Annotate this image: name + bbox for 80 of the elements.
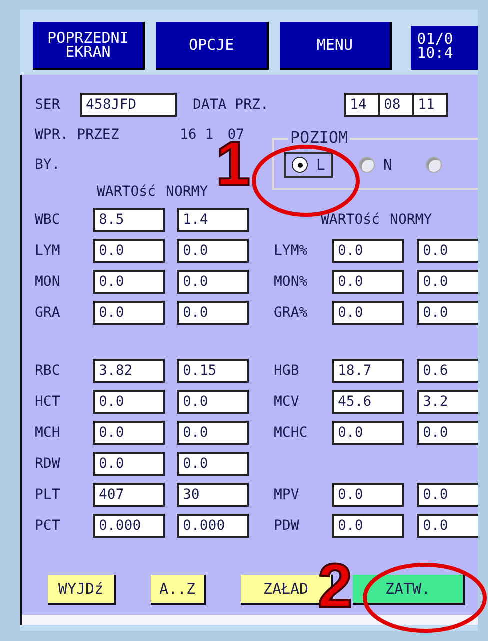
parameter-label: RBC [35, 363, 62, 379]
date-field[interactable]: 11 [412, 93, 448, 117]
value-field[interactable]: 0.0 [332, 301, 404, 325]
norm-field[interactable]: 0.0 [417, 514, 478, 538]
serial-field[interactable]: 458JFD [80, 93, 177, 117]
parameter-label: GRA [35, 305, 62, 321]
norm-field[interactable]: 0.0 [417, 301, 478, 325]
value-field[interactable]: 45.6 [332, 390, 404, 414]
nav-button[interactable]: POPRZEDNI EKRAN [33, 22, 146, 70]
value-field[interactable]: 0.0 [332, 270, 404, 294]
value-field[interactable]: 0.0 [93, 452, 165, 476]
field-label: DATA PRZ. [193, 97, 270, 113]
radio-button[interactable] [426, 157, 442, 173]
norm-field[interactable]: 0.0 [417, 483, 478, 507]
value-field[interactable]: 0.0 [93, 270, 165, 294]
value-field[interactable]: 3.82 [93, 359, 165, 383]
nav-button[interactable]: MENU [280, 22, 392, 70]
norm-field[interactable]: 0.0 [177, 390, 249, 414]
parameter-label: GRA% [274, 305, 309, 321]
value-field[interactable]: 0.0 [332, 514, 404, 538]
norm-field[interactable]: 0.0 [177, 270, 249, 294]
nav-button[interactable]: OPCJE [156, 22, 269, 70]
level-option[interactable]: L [284, 152, 334, 178]
norm-field[interactable]: 0.0 [177, 301, 249, 325]
norm-field[interactable]: 0.6 [417, 359, 478, 383]
date-time-display: 01/0 10:4 [411, 26, 478, 70]
value-field[interactable]: 407 [93, 483, 165, 507]
value-field[interactable]: 0.0 [332, 421, 404, 445]
norm-field[interactable]: 0.000 [177, 514, 249, 538]
parameter-label: PDW [274, 518, 300, 534]
parameter-label: WBC [35, 212, 62, 228]
parameter-label: PCT [35, 518, 62, 534]
radio-button[interactable] [359, 157, 376, 173]
value-field[interactable]: 0.0 [93, 390, 165, 414]
norm-field[interactable]: 0.0 [177, 239, 249, 263]
norm-field[interactable]: 1.4 [177, 208, 249, 232]
parameter-label: HGB [274, 363, 300, 379]
parameter-label: PLT [35, 487, 62, 503]
norm-field[interactable]: 0.0 [177, 452, 249, 476]
action-button[interactable]: WYJDź [48, 575, 116, 605]
value-field[interactable]: 0.0 [93, 239, 165, 263]
norm-field[interactable]: 0.0 [417, 239, 478, 263]
norm-field[interactable]: 30 [177, 483, 249, 507]
value-field[interactable]: 18.7 [332, 359, 404, 383]
parameter-label: MON [35, 274, 62, 290]
field-label: SER [35, 97, 62, 113]
parameter-label: MCHC [274, 425, 309, 441]
value-field[interactable]: 8.5 [93, 208, 165, 232]
norm-field[interactable]: 0.0 [417, 270, 478, 294]
column-header: NORMY [390, 212, 432, 228]
value-field[interactable]: 0.000 [93, 514, 165, 538]
field-label: BY. [35, 157, 60, 173]
field-label: WPR. PRZEZ [35, 127, 120, 143]
date-field[interactable]: 14 [344, 93, 380, 117]
norm-field[interactable]: 0.0 [417, 421, 478, 445]
value-field[interactable]: 0.0 [332, 239, 404, 263]
norm-field[interactable]: 0.15 [177, 359, 249, 383]
norm-field[interactable]: 3.2 [417, 390, 478, 414]
action-button[interactable]: ZATW. [353, 575, 465, 605]
value-field[interactable]: 0.0 [332, 483, 404, 507]
value-field[interactable]: 0.0 [93, 421, 165, 445]
parameter-label: HCT [35, 394, 62, 410]
parameter-label: MCH [35, 425, 62, 441]
parameter-label: MPV [274, 487, 300, 503]
value-field[interactable]: 0.0 [93, 301, 165, 325]
parameter-label: LYM [35, 243, 62, 259]
time-text: 16 1 [180, 127, 214, 143]
parameter-label: MCV [274, 394, 300, 410]
norm-field[interactable]: 0.0 [177, 421, 249, 445]
parameter-label: LYM% [274, 243, 309, 259]
column-header: NORMY [166, 184, 208, 200]
action-button[interactable]: A..Z [151, 575, 206, 605]
column-header: WARTOść [321, 212, 380, 228]
parameter-label: MON% [274, 274, 309, 290]
date-field[interactable]: 08 [378, 93, 414, 117]
radio-button[interactable] [292, 157, 308, 173]
parameter-label: RDW [35, 456, 62, 472]
level-option[interactable]: N [351, 152, 400, 178]
time-text: 07 [228, 127, 245, 143]
column-header: WARTOść [97, 184, 156, 200]
